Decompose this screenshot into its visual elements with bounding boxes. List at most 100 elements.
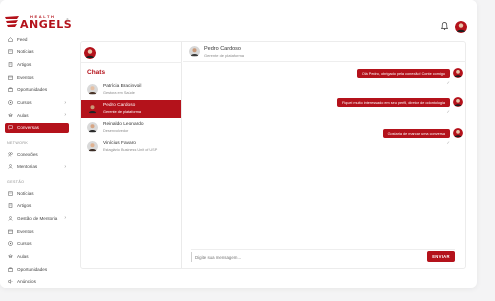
contact-avatar bbox=[87, 141, 98, 152]
sidebar-item-cursos[interactable]: Cursos › bbox=[5, 98, 69, 108]
bell-icon[interactable] bbox=[441, 22, 448, 30]
contact-name: Pedro Cardoso bbox=[103, 103, 136, 108]
conversation-name: Pedro Cardoso bbox=[204, 46, 241, 52]
news-icon bbox=[8, 49, 13, 54]
chat-contact[interactable]: Reinaldo Leonardo Desenvolvedor bbox=[81, 119, 181, 137]
sidebar-item-an-ncios[interactable]: Anúncios bbox=[5, 277, 69, 287]
sidebar-item-conex-es[interactable]: Conexões bbox=[5, 149, 69, 159]
contact-role: Gerente de plataforma bbox=[103, 109, 141, 114]
sidebar-item-not-cias[interactable]: Notícias bbox=[5, 47, 69, 57]
conversation-header: Pedro Cardoso Gerente de plataforma bbox=[183, 42, 466, 62]
sidebar: HEALTH ANGELS ® Feed Notícias Artigos Event… bbox=[0, 0, 75, 288]
connections-icon bbox=[8, 151, 13, 157]
chevron-right-icon: › bbox=[64, 215, 66, 222]
contact-avatar bbox=[87, 103, 98, 114]
message-bubble: Gostaria de marcar uma conversa bbox=[382, 129, 450, 138]
home-icon bbox=[8, 36, 13, 42]
contact-name: Reinaldo Leonardo bbox=[103, 122, 144, 127]
sidebar-item-label: Cursos bbox=[17, 100, 32, 105]
chevron-right-icon: › bbox=[64, 112, 66, 119]
chat-contact[interactable]: Patrícia Bracinvoil Gestora em Saúde bbox=[81, 81, 181, 99]
conversation: Pedro Cardoso Gerente de plataforma Olá … bbox=[183, 42, 466, 268]
sidebar-item-eventos[interactable]: Eventos bbox=[5, 226, 69, 236]
contact-name: Patrícia Bracinvoil bbox=[103, 84, 142, 89]
divider bbox=[81, 62, 182, 63]
sidebar-item-label: Mentorias bbox=[17, 164, 38, 170]
sender-avatar bbox=[453, 128, 463, 138]
sidebar-item-aulas[interactable]: Aulas bbox=[5, 252, 69, 262]
sidebar-item-label: Aulas bbox=[17, 254, 29, 259]
sender-avatar bbox=[453, 68, 463, 78]
sidebar-item-artigos[interactable]: Artigos bbox=[5, 59, 69, 69]
course-icon bbox=[8, 241, 13, 247]
my-avatar[interactable] bbox=[84, 47, 96, 59]
sidebar-item-label: Artigos bbox=[17, 203, 32, 209]
contact-avatar bbox=[87, 84, 98, 95]
sidebar-item-oportunidades[interactable]: Oportunidades bbox=[5, 85, 69, 95]
calendar-icon bbox=[8, 75, 13, 80]
contact-avatar bbox=[87, 122, 98, 133]
chevron-right-icon: › bbox=[64, 99, 66, 106]
class-icon bbox=[8, 113, 13, 118]
sidebar-item-label: Oportunidades bbox=[17, 266, 48, 272]
app-window: HEALTH ANGELS ® Feed Notícias Artigos Event… bbox=[0, 0, 477, 288]
sidebar-item-oportunidades[interactable]: Oportunidades bbox=[5, 264, 69, 274]
trademark: ® bbox=[66, 17, 69, 22]
sidebar-item-label: Artigos bbox=[17, 61, 32, 67]
chat-contact[interactable]: Vinícius Favaro Estagiário Business Unit … bbox=[81, 138, 181, 156]
sidebar-item-not-cias[interactable]: Notícias bbox=[5, 188, 69, 198]
sidebar-item-label: Conversas bbox=[17, 125, 39, 131]
sidebar-item-label: Gestão de Mentoria bbox=[17, 215, 58, 221]
sidebar-item-gest-o-de-mentoria[interactable]: Gestão de Mentoria › bbox=[5, 213, 69, 223]
sidebar-item-cursos[interactable]: Cursos bbox=[5, 239, 69, 249]
section-network: NETWORK bbox=[7, 141, 29, 145]
sidebar-item-aulas[interactable]: Aulas › bbox=[5, 110, 69, 120]
course-icon bbox=[8, 100, 13, 105]
contact-avatar[interactable] bbox=[189, 46, 200, 57]
sidebar-item-label: Anúncios bbox=[17, 279, 36, 285]
sidebar-item-eventos[interactable]: Eventos bbox=[5, 72, 69, 82]
sidebar-item-artigos[interactable]: Artigos bbox=[5, 201, 69, 211]
chats-title: Chats bbox=[87, 69, 106, 76]
chat-panel: Chats Patrícia Bracinvoil Gestora em Saúd… bbox=[80, 41, 466, 269]
composer: ENVIAR bbox=[191, 249, 455, 263]
sidebar-item-label: Eventos bbox=[17, 228, 34, 234]
top-bar bbox=[75, 0, 477, 35]
brand-logo[interactable]: HEALTH ANGELS ® bbox=[5, 14, 73, 31]
conversation-role: Gerente de plataforma bbox=[204, 53, 245, 58]
sidebar-item-label: Notícias bbox=[17, 190, 34, 196]
sidebar-item-label: Feed bbox=[17, 36, 28, 42]
section-admin: GESTÃO bbox=[7, 180, 25, 184]
brand-big: ANGELS bbox=[20, 18, 73, 31]
article-icon bbox=[8, 62, 13, 67]
sidebar-item-feed[interactable]: Feed bbox=[5, 34, 69, 44]
read-check-icon: ✓ bbox=[446, 140, 450, 145]
contact-role: Estagiário Business Unit of USP bbox=[103, 147, 158, 152]
chevron-right-icon: › bbox=[64, 163, 66, 170]
sidebar-item-label: Cursos bbox=[17, 241, 32, 247]
sidebar-item-label: Notícias bbox=[17, 49, 34, 55]
calendar-icon bbox=[8, 229, 13, 234]
sidebar-item-conversas[interactable]: Conversas bbox=[5, 122, 69, 133]
news-icon bbox=[8, 191, 13, 196]
contact-name: Vinícius Favaro bbox=[103, 141, 136, 146]
message-bubble: Fiquei muito interessado em seu perfil, … bbox=[337, 98, 450, 107]
user-avatar[interactable] bbox=[455, 21, 467, 33]
sidebar-item-label: Conexões bbox=[17, 151, 38, 157]
opportunity-icon bbox=[8, 267, 13, 272]
sidebar-item-label: Eventos bbox=[17, 74, 34, 80]
send-button[interactable]: ENVIAR bbox=[427, 251, 455, 262]
message-input[interactable] bbox=[191, 252, 423, 262]
sidebar-item-label: Aulas bbox=[17, 112, 29, 118]
contact-role: Desenvolvedor bbox=[103, 128, 129, 133]
sidebar-item-mentorias[interactable]: Mentorias › bbox=[5, 162, 69, 172]
sender-avatar bbox=[453, 97, 463, 107]
ads-icon bbox=[8, 279, 13, 284]
sidebar-item-label: Oportunidades bbox=[17, 87, 48, 93]
chat-icon bbox=[8, 125, 13, 131]
article-icon bbox=[8, 203, 13, 208]
chat-list: Chats Patrícia Bracinvoil Gestora em Saúd… bbox=[81, 42, 182, 268]
chat-contact[interactable]: Pedro Cardoso Gerente de plataforma bbox=[81, 100, 181, 118]
message-bubble: Olá Pedro, obrigado pela conexão! Conte … bbox=[356, 69, 450, 78]
wing-logo-icon bbox=[5, 16, 19, 27]
